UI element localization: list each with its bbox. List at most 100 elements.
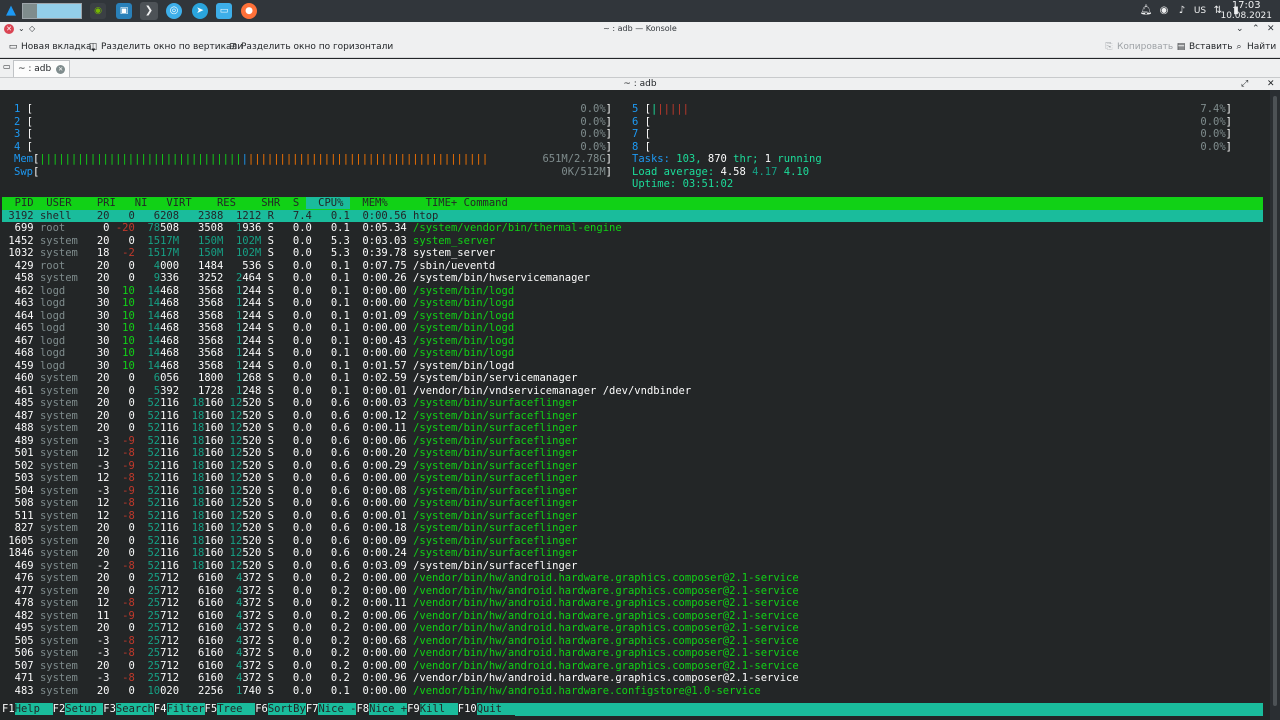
command-cell: htop <box>413 209 439 222</box>
process-row[interactable]: 483 system 20 0 10020 2256 1740 S 0.0 0.… <box>2 685 761 698</box>
new-tab-icon[interactable]: ▭ <box>3 62 11 71</box>
process-row[interactable]: 488 system 20 0 52116 18160 12520 S 0.0 … <box>2 422 578 435</box>
process-row[interactable]: 827 system 20 0 52116 18160 12520 S 0.0 … <box>2 522 578 535</box>
process-row[interactable]: 478 system 12 -8 25712 6160 4372 S 0.0 0… <box>2 597 799 610</box>
fkey-f10[interactable]: F10Quit <box>457 703 515 716</box>
fkey-f3[interactable]: F3Search <box>103 703 154 716</box>
paste-icon: ▤ <box>1176 42 1186 52</box>
notifications-icon[interactable]: 🔔︎ <box>1139 4 1153 18</box>
process-row[interactable]: 458 system 20 0 9336 3252 2464 S 0.0 0.1… <box>2 272 590 285</box>
process-row[interactable]: 506 system -3 -8 25712 6160 4372 S 0.0 0… <box>2 647 799 660</box>
process-row[interactable]: 699 root 0 -20 78508 3508 1936 S 0.0 0.1… <box>2 222 622 235</box>
terminal-view[interactable]: 1 [0.0%] 2 [0.0%] 3 [0.0%] 4 [0.0%] 5 [|||||… <box>0 90 1270 720</box>
process-row[interactable]: 508 system 12 -8 52116 18160 12520 S 0.0… <box>2 497 578 510</box>
shr-cell: 520 <box>242 422 268 434</box>
command-cell: /vendor/bin/hw/android.hardware.graphics… <box>413 659 799 672</box>
process-row[interactable]: 463 logd 30 10 14468 3568 1244 S 0.0 0.1… <box>2 297 515 310</box>
time-cell: 0:00.24 <box>356 547 414 559</box>
process-row[interactable]: 476 system 20 0 25712 6160 4372 S 0.0 0.… <box>2 572 799 585</box>
nvidia-icon[interactable]: ◉ <box>90 3 106 19</box>
process-row[interactable]: 485 system 20 0 52116 18160 12520 S 0.0 … <box>2 397 578 410</box>
fkey-f1[interactable]: F1Help <box>2 703 53 716</box>
process-row[interactable]: 469 system -2 -8 52116 18160 12520 S 0.0… <box>2 560 578 573</box>
close-icon[interactable]: ✕ <box>1267 22 1275 36</box>
desktop-pager-icon[interactable] <box>22 3 82 19</box>
process-row[interactable]: 477 system 20 0 25712 6160 4372 S 0.0 0.… <box>2 585 799 598</box>
process-row[interactable]: 462 logd 30 10 14468 3568 1244 S 0.0 0.1… <box>2 285 515 298</box>
process-row[interactable]: 429 root 20 0 4000 1484 536 S 0.0 0.1 0:… <box>2 260 496 273</box>
process-row[interactable]: 505 system -3 -8 25712 6160 4372 S 0.0 0… <box>2 635 799 648</box>
process-row[interactable]: 511 system 12 -8 52116 18160 12520 S 0.0… <box>2 510 578 523</box>
fkey-f8[interactable]: F8Nice + <box>356 703 408 716</box>
process-row[interactable]: 489 system -3 -9 52116 18160 12520 S 0.0… <box>2 435 578 448</box>
split-vertical-button[interactable]: ◫ Разделить окно по вертикали <box>88 36 243 58</box>
fkey-f2[interactable]: F2Setup <box>52 703 104 716</box>
fkey-f9[interactable]: F9Kill <box>407 703 458 716</box>
process-row[interactable]: 1452 system 20 0 1517M 150M 102M S 0.0 5… <box>2 235 495 248</box>
column-header-command[interactable]: Command <box>464 197 515 209</box>
process-row[interactable]: 1605 system 20 0 52116 18160 12520 S 0.0… <box>2 535 577 548</box>
res-cell: 160 <box>204 534 230 547</box>
column-header-cpu[interactable]: CPU% <box>305 197 350 209</box>
terminal-app-icon[interactable]: ▣ <box>116 3 132 19</box>
window-titlebar[interactable]: ✕ ⌄ ◇ ~ : adb — Konsole ⌄ ⌃ ✕ <box>0 22 1280 36</box>
process-row[interactable]: 504 system -3 -9 52116 18160 12520 S 0.0… <box>2 485 578 498</box>
column-header-pri[interactable]: PRI <box>91 197 123 209</box>
keyboard-layout[interactable]: US <box>1190 4 1210 18</box>
process-row[interactable]: 461 system 20 0 5392 1728 1248 S 0.0 0.1… <box>2 385 692 398</box>
fkey-f6[interactable]: F6SortBy <box>255 703 306 716</box>
terminal-scrollbar[interactable] <box>1270 90 1280 720</box>
process-row[interactable]: 501 system 12 -8 52116 18160 12520 S 0.0… <box>2 447 578 460</box>
column-header-time[interactable]: TIME+ <box>394 197 464 209</box>
process-row[interactable]: 482 system 11 -9 25712 6160 4372 S 0.0 0… <box>2 610 799 623</box>
process-row[interactable]: 507 system 20 0 25712 6160 4372 S 0.0 0.… <box>2 660 799 673</box>
konsole-icon[interactable]: ❯ <box>140 2 158 20</box>
paste-button[interactable]: ▤ Вставить <box>1176 36 1233 58</box>
find-button[interactable]: ⌕ Найти <box>1234 36 1276 58</box>
firefox-icon[interactable]: ● <box>241 3 257 19</box>
volume-icon[interactable]: ♪ <box>1175 4 1189 18</box>
shr-cell: 372 <box>242 622 268 634</box>
browser-icon[interactable]: ◎ <box>166 3 182 19</box>
fkey-f4[interactable]: F4Filter <box>153 703 205 716</box>
column-header-ni[interactable]: NI <box>122 197 154 209</box>
close-view-icon[interactable]: ✕ <box>1267 78 1275 90</box>
column-header-virt[interactable]: VIRT <box>154 197 198 209</box>
maximize-view-icon[interactable]: ⤢ <box>1241 78 1248 90</box>
process-row[interactable]: 459 logd 30 10 14468 3568 1244 S 0.0 0.1… <box>2 360 515 373</box>
process-row[interactable]: 495 system 20 0 25712 6160 4372 S 0.0 0.… <box>2 622 799 635</box>
process-row[interactable]: 1846 system 20 0 52116 18160 12520 S 0.0… <box>2 547 577 560</box>
process-row[interactable]: 460 system 20 0 6056 1800 1268 S 0.0 0.1… <box>2 372 578 385</box>
tab-adb[interactable]: ~ : adb ✕ <box>13 60 71 77</box>
clock[interactable]: 17:03 10.08.2021 <box>1220 1 1272 22</box>
process-row[interactable]: 3192 shell 20 0 6208 2388 1212 R 7.4 0.1… <box>2 209 1263 222</box>
telegram-icon[interactable]: ➤ <box>192 3 208 19</box>
minimize-icon[interactable]: ⌄ <box>1236 22 1244 36</box>
file-manager-icon[interactable]: ▭ <box>216 3 232 19</box>
column-header-s[interactable]: S <box>287 197 306 209</box>
scrollbar-thumb[interactable] <box>1273 96 1277 706</box>
fkey-f7[interactable]: F7Nice - <box>305 703 357 716</box>
new-tab-button[interactable]: ▭ Новая вкладка▾ <box>8 36 95 58</box>
column-header-shr[interactable]: SHR <box>242 197 286 209</box>
process-row[interactable]: 471 system -3 -8 25712 6160 4372 S 0.0 0… <box>2 672 799 685</box>
maximize-icon[interactable]: ⌃ <box>1252 22 1260 36</box>
process-row[interactable]: 464 logd 30 10 14468 3568 1244 S 0.0 0.1… <box>2 310 515 323</box>
process-row[interactable]: 1032 system 18 -2 1517M 150M 102M S 0.0 … <box>2 247 495 260</box>
process-row[interactable]: 503 system 12 -8 52116 18160 12520 S 0.0… <box>2 472 578 485</box>
media-icon[interactable]: ◉ <box>1157 4 1171 18</box>
close-tab-icon[interactable]: ✕ <box>56 65 66 74</box>
kde-menu-icon[interactable]: ▲ <box>3 3 19 19</box>
column-header-user[interactable]: USER <box>40 197 91 209</box>
process-row[interactable]: 502 system -3 -9 52116 18160 12520 S 0.0… <box>2 460 578 473</box>
column-header-pid[interactable]: PID <box>2 197 40 209</box>
process-row[interactable]: 467 logd 30 10 14468 3568 1244 S 0.0 0.1… <box>2 335 515 348</box>
process-row[interactable]: 465 logd 30 10 14468 3568 1244 S 0.0 0.1… <box>2 322 515 335</box>
process-row[interactable]: 487 system 20 0 52116 18160 12520 S 0.0 … <box>2 410 578 423</box>
column-header-mem[interactable]: MEM% <box>350 197 394 209</box>
fkey-f5[interactable]: F5Tree <box>204 703 256 716</box>
copy-button[interactable]: ⎘ Копировать <box>1104 36 1173 58</box>
split-horizontal-button[interactable]: ⊟ Разделить окно по горизонтали <box>228 36 393 58</box>
column-header-res[interactable]: RES <box>198 197 242 209</box>
process-row[interactable]: 468 logd 30 10 14468 3568 1244 S 0.0 0.1… <box>2 347 515 360</box>
